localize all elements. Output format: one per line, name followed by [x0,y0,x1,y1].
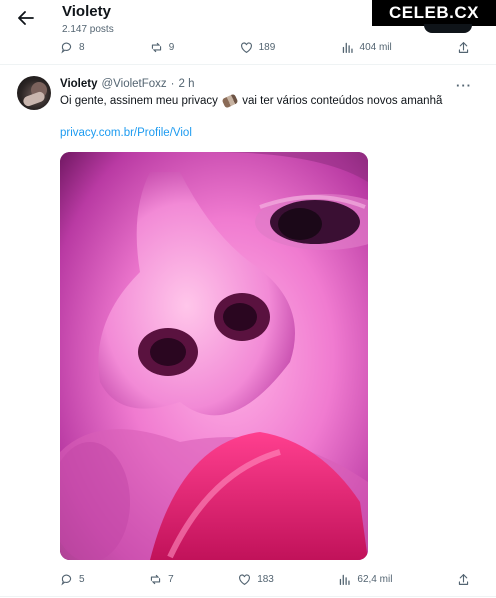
back-button[interactable] [14,8,38,28]
like-count: 183 [257,573,274,585]
tweet-media-image[interactable] [60,152,368,560]
emoji-icon [221,93,239,109]
reply-count: 8 [79,41,85,53]
share-icon [458,41,469,53]
post-count: 2.147 posts [62,24,114,35]
view-count: 62,4 mil [357,573,393,585]
repost-icon [151,42,161,52]
tweet-author-line: Violety @VioletFoxz · 2 h [60,78,195,90]
repost-count: 9 [168,41,175,53]
repost-button[interactable]: 9 [150,41,175,54]
tweet-link[interactable]: privacy.com.br/Profile/Viol [60,127,192,139]
reply-icon [61,42,72,54]
tweet-text-part-1: Oi gente, assinem meu privacy [60,95,218,107]
brand-watermark: CELEB.CX [372,0,496,26]
separator-dot: · [170,78,175,90]
repost-icon [150,574,161,584]
reply-count: 5 [79,573,85,585]
share-button[interactable] [457,573,470,586]
post-actions: 5 7 183 62,4 mil [60,569,470,589]
author-handle[interactable]: @VioletFoxz [102,78,167,90]
reply-button[interactable]: 5 [60,573,85,586]
like-button[interactable]: 189 [240,41,276,54]
divider [0,64,496,65]
profile-title: Violety [62,3,111,20]
media-photo-illustration [60,152,368,560]
views-icon [340,574,351,585]
view-count: 404 mil [359,41,392,53]
tweet-text-part-2: vai ter vários conteúdos novos amanhã [242,95,443,107]
views-button[interactable]: 404 mil [341,41,392,54]
author-name[interactable]: Violety [60,78,98,90]
post-time[interactable]: 2 h [179,78,195,90]
previous-post-actions: 8 9 189 404 mil [60,37,470,57]
views-button[interactable]: 62,4 mil [338,573,392,586]
like-count: 189 [258,41,276,53]
more-icon: ··· [456,78,472,93]
like-button[interactable]: 183 [238,573,274,586]
tweet-text: Oi gente, assinem meu privacy vai ter vá… [60,93,480,109]
repost-button[interactable]: 7 [149,573,174,586]
share-icon [458,573,469,585]
avatar[interactable] [17,76,51,110]
views-icon [342,42,353,53]
reply-icon [61,574,72,586]
header-button-partial[interactable] [424,24,472,33]
more-options-button[interactable]: ··· [456,78,472,93]
divider [0,596,496,597]
reply-button[interactable]: 8 [60,41,85,54]
like-icon [239,573,251,585]
repost-count: 7 [168,573,174,585]
back-arrow-icon [18,11,34,25]
like-icon [240,41,252,53]
share-button[interactable] [457,41,470,54]
